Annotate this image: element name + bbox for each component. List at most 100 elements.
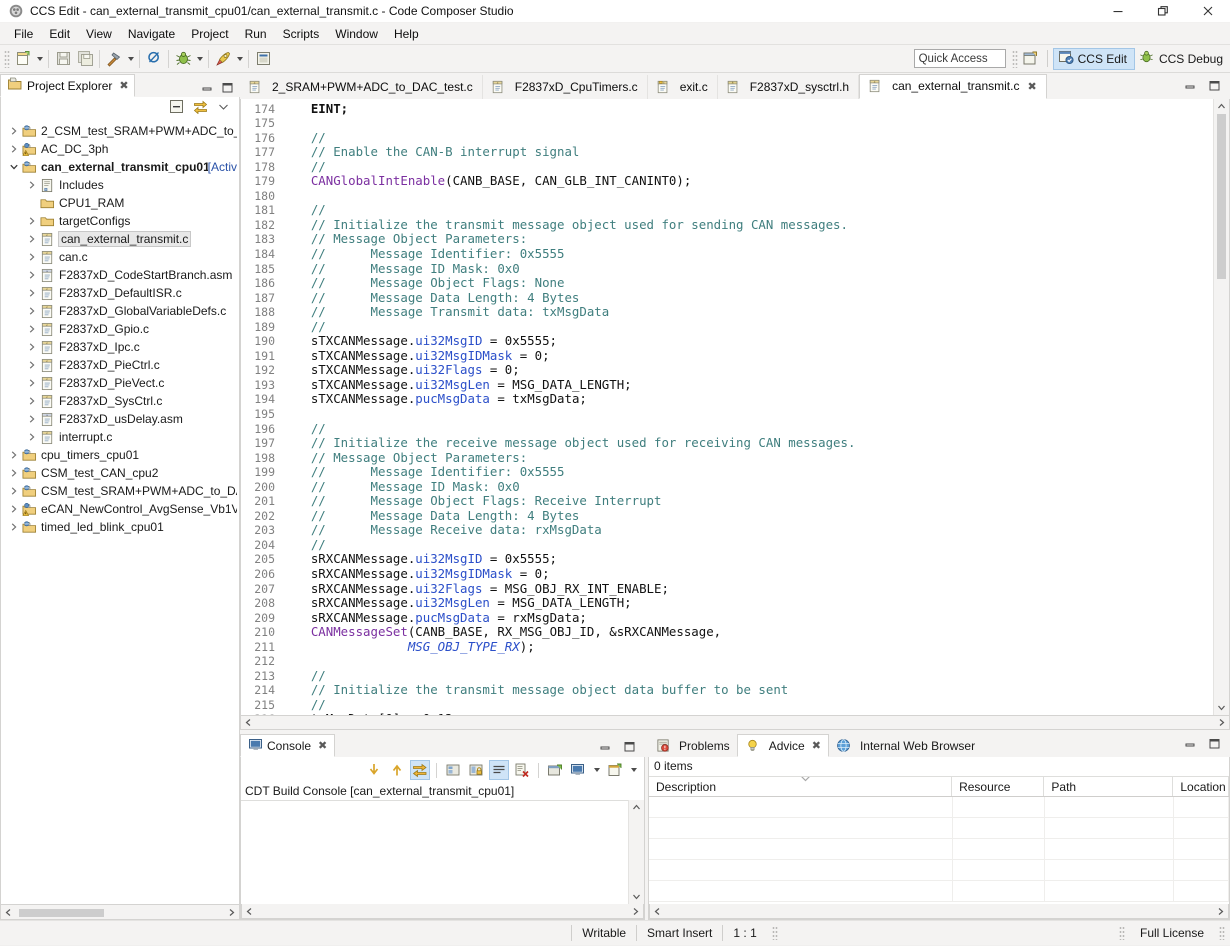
chevron-right-icon[interactable] [25, 234, 39, 244]
open-perspective-icon[interactable] [252, 48, 274, 70]
tree-item-targetconfigs[interactable]: targetConfigs [1, 212, 239, 230]
chevron-right-icon[interactable] [25, 216, 39, 226]
tree-item-f2837xd-codestartbranch-asm[interactable]: .s F2837xD_CodeStartBranch.asm [1, 266, 239, 284]
console-vscroll-track[interactable] [629, 815, 644, 889]
clear-console-icon[interactable] [443, 760, 463, 780]
console-hscrollbar[interactable] [241, 904, 644, 919]
chevron-right-icon[interactable] [7, 504, 21, 514]
link-with-editor-icon[interactable] [193, 99, 208, 117]
tree-item-ecan-newcontrol-avgsense-vb1vb[interactable]: eCAN_NewControl_AvgSense_Vb1Vb [1, 500, 239, 518]
code-line[interactable]: txMsgData[0] = 0x12; [281, 712, 1213, 715]
close-icon[interactable]: ✖ [119, 79, 128, 92]
new-console-dropdown-arrow[interactable] [628, 759, 639, 781]
tree-item-f2837xd-ipc-c[interactable]: .c F2837xD_Ipc.c [1, 338, 239, 356]
maximize-icon[interactable] [1208, 79, 1221, 95]
remove-console-icon[interactable] [512, 760, 532, 780]
chevron-right-icon[interactable] [7, 486, 21, 496]
code-editor[interactable]: 174 175 176 177 178 179 180 181 182 183 184 185 186 1… [240, 98, 1230, 716]
open-perspective-button[interactable] [1020, 48, 1042, 70]
advice-scroll-right-icon[interactable] [1213, 905, 1228, 918]
code-line[interactable]: CANGlobalIntEnable(CANB_BASE, CAN_GLB_IN… [281, 173, 1213, 189]
chevron-right-icon[interactable] [25, 324, 39, 334]
editor-scroll-right-icon[interactable] [1214, 716, 1229, 729]
editor-tab-f2837xd-sysctrl-h[interactable]: .h F2837xD_sysctrl.h [718, 74, 860, 99]
tree-item-csm-test-sram-pwm-adc-to-dac[interactable]: ccs CSM_test_SRAM+PWM+ADC_to_DAC [1, 482, 239, 500]
code-line[interactable]: // Message Object Parameters: [281, 450, 1213, 466]
code-line[interactable]: sRXCANMessage.ui32MsgID = 0x5555; [281, 552, 1213, 567]
menu-view[interactable]: View [78, 25, 120, 43]
code-line[interactable]: sTXCANMessage.ui32Flags = 0; [281, 363, 1213, 378]
editor-scroll-left-icon[interactable] [241, 716, 256, 729]
scroll-lock-icon[interactable] [466, 760, 486, 780]
code-line[interactable]: // Enable the CAN-B interrupt signal [281, 144, 1213, 160]
tree-item-can-external-transmit-c[interactable]: .c can_external_transmit.c [1, 230, 239, 248]
advice-hscrollbar[interactable] [649, 904, 1229, 919]
scroll-up-icon[interactable] [1214, 99, 1229, 114]
tree-item-cpu1-ram[interactable]: CPU1_RAM [1, 194, 239, 212]
tree-item-can-c[interactable]: .c can.c [1, 248, 239, 266]
chevron-right-icon[interactable] [7, 144, 21, 154]
chevron-right-icon[interactable] [25, 360, 39, 370]
display-console-dropdown-arrow[interactable] [591, 759, 602, 781]
advice-hscroll-track[interactable] [665, 904, 1213, 918]
minimize-icon[interactable] [1184, 737, 1197, 753]
search-icon[interactable] [143, 48, 165, 70]
build-dropdown-arrow[interactable] [125, 48, 136, 70]
code-line[interactable]: sTXCANMessage.ui32MsgLen = MSG_DATA_LENG… [281, 377, 1213, 393]
advice-column-header[interactable]: Description Resource Path Location [649, 776, 1230, 797]
code-line[interactable]: // Message Data Length: 4 Bytes [281, 508, 1213, 524]
code-line[interactable]: EINT; [281, 101, 1213, 117]
code-line[interactable]: // Message Identifier: 0x5555 [281, 464, 1213, 480]
code-line[interactable] [281, 116, 1213, 131]
new-file-dropdown-arrow[interactable] [34, 48, 45, 70]
tree-item-f2837xd-gpio-c[interactable]: .c F2837xD_Gpio.c [1, 320, 239, 338]
code-line[interactable]: // [281, 697, 1213, 713]
chevron-right-icon[interactable] [25, 252, 39, 262]
advice-scroll-left-icon[interactable] [650, 905, 665, 918]
code-line[interactable] [281, 189, 1213, 204]
table-row[interactable] [649, 797, 1229, 818]
chevron-right-icon[interactable] [25, 378, 39, 388]
perspective-ccs-edit[interactable]: CCS Edit [1052, 47, 1135, 70]
code-line[interactable]: // [281, 421, 1213, 437]
code-line[interactable]: // Message Object Parameters: [281, 232, 1213, 247]
chevron-right-icon[interactable] [25, 432, 39, 442]
console-hscroll-track[interactable] [257, 904, 628, 918]
menu-scripts[interactable]: Scripts [275, 25, 328, 43]
menu-project[interactable]: Project [183, 25, 236, 43]
code-line[interactable]: MSG_OBJ_TYPE_RX); [281, 639, 1213, 655]
code-line[interactable]: // [281, 159, 1213, 175]
chevron-right-icon[interactable] [7, 522, 21, 532]
code-text[interactable]: EINT; // // Enable the CAN-B interrupt s… [281, 99, 1213, 715]
minimize-window-button[interactable] [1095, 0, 1140, 23]
code-line[interactable]: sRXCANMessage.ui32Flags = MSG_OBJ_RX_INT… [281, 581, 1213, 597]
debug-bug-icon[interactable] [172, 48, 194, 70]
tree-item-f2837xd-globalvariabledefs-c[interactable]: .c F2837xD_GlobalVariableDefs.c [1, 302, 239, 320]
editor-hscroll-track[interactable] [256, 716, 1214, 729]
toolbar-grip-2[interactable] [1011, 49, 1018, 68]
tree-item-f2837xd-sysctrl-c[interactable]: .c F2837xD_SysCtrl.c [1, 392, 239, 410]
build-hammer-icon[interactable] [103, 48, 125, 70]
tab-project-explorer[interactable]: Project Explorer ✖ [0, 74, 135, 97]
tree-item-ac-dc-3ph[interactable]: AC_DC_3ph [1, 140, 239, 158]
editor-tab-f2837xd-cputimers-c[interactable]: .c F2837xD_CpuTimers.c [483, 74, 648, 99]
chevron-right-icon[interactable] [7, 468, 21, 478]
project-tree-hscroll-thumb[interactable] [19, 908, 104, 917]
save-all-icon[interactable] [74, 48, 96, 70]
chevron-right-icon[interactable] [25, 306, 39, 316]
tree-item-interrupt-c[interactable]: .c interrupt.c [1, 428, 239, 446]
code-line[interactable]: // Message Object Flags: None [281, 275, 1213, 291]
console-output-text[interactable] [241, 800, 628, 904]
tree-item-f2837xd-defaultisr-c[interactable]: .c F2837xD_DefaultISR.c [1, 284, 239, 302]
maximize-icon[interactable] [1208, 737, 1221, 753]
code-line[interactable] [281, 654, 1213, 669]
column-header-path[interactable]: Path [1044, 777, 1174, 796]
tree-item-can-external-transmit-cpu01[interactable]: ccs can_external_transmit_cpu01 [Activ [1, 158, 239, 176]
code-line[interactable]: // Message Identifier: 0x5555 [281, 246, 1213, 262]
minimize-icon[interactable] [1184, 79, 1197, 95]
code-line[interactable]: // Message ID Mask: 0x0 [281, 479, 1213, 495]
pin-console-icon[interactable] [410, 760, 430, 780]
open-console-icon[interactable] [545, 760, 565, 780]
quick-access-input[interactable]: Quick Access [913, 49, 1006, 68]
maximize-icon[interactable] [221, 81, 234, 94]
